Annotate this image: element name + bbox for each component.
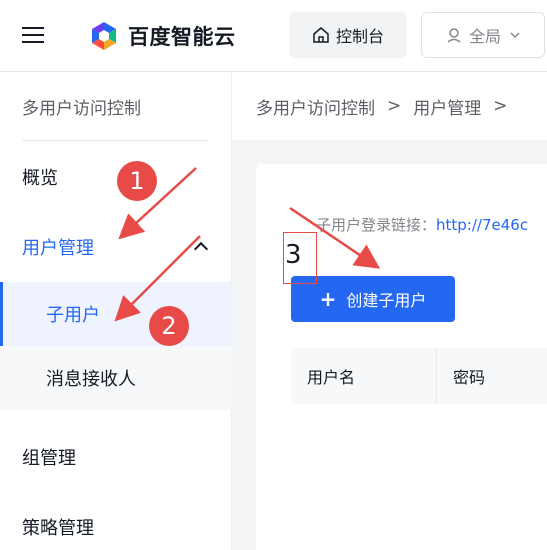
breadcrumb: 多用户访问控制 > 用户管理 > [232, 72, 547, 140]
sidebar-divider [22, 140, 208, 141]
breadcrumb-item-current[interactable]: 用户管理 [413, 94, 481, 119]
menu-icon[interactable] [22, 24, 44, 46]
sidebar-item-label: 用户管理 [22, 238, 94, 259]
create-subuser-label: 创建子用户 [346, 291, 427, 310]
sidebar-item-label: 策略管理 [22, 518, 94, 539]
sidebar-item-overview[interactable]: 概览 [0, 142, 232, 212]
console-button[interactable]: 控制台 [289, 12, 407, 58]
sidebar-subitem-label: 子用户 [46, 305, 100, 326]
annotation-badge-1: 1 [117, 161, 157, 201]
sidebar-item-group-management[interactable]: 组管理 [0, 422, 232, 492]
annotation-badge-2: 2 [149, 306, 189, 346]
sidebar-title: 多用户访问控制 [22, 99, 141, 119]
baidu-cloud-logo-icon [92, 22, 116, 50]
top-header: 百度智能云 控制台 全局 [0, 0, 547, 72]
breadcrumb-separator-icon: > [493, 96, 508, 116]
breadcrumb-item-root[interactable]: 多用户访问控制 [256, 94, 375, 119]
console-label: 控制台 [335, 27, 384, 46]
home-icon [313, 27, 329, 43]
login-link-url[interactable]: http://7e46c [436, 216, 528, 234]
sidebar: 多用户访问控制 概览 用户管理 子用户 消息接收人 组管理 策略管理 [0, 72, 232, 550]
chevron-down-icon [510, 32, 520, 39]
region-label: 全局 [468, 27, 501, 46]
column-header-username[interactable]: 用户名 [291, 348, 437, 404]
sidebar-subitem-subusers[interactable]: 子用户 [0, 282, 232, 346]
location-icon [447, 28, 461, 43]
login-link-row: 子用户登录链接：http://7e46c [316, 214, 528, 235]
annotation-number-3: 3 [285, 240, 302, 270]
sidebar-item-label: 组管理 [22, 448, 76, 469]
column-header-password[interactable]: 密码 [437, 348, 485, 404]
brand-logo[interactable]: 百度智能云 [88, 18, 236, 54]
sidebar-subitem-message-receivers[interactable]: 消息接收人 [0, 346, 232, 410]
region-selector[interactable]: 全局 [421, 12, 545, 58]
logo-text: 百度智能云 [128, 25, 236, 49]
sidebar-item-label: 概览 [22, 168, 58, 189]
sidebar-item-policy-management[interactable]: 策略管理 [0, 492, 232, 550]
table-header: 用户名 密码 [291, 348, 547, 404]
main-content: 多用户访问控制 > 用户管理 > 子用户登录链接：http://7e46c + … [232, 72, 547, 550]
plus-icon: + [319, 287, 337, 311]
breadcrumb-separator-icon: > [387, 96, 402, 116]
content-card: 子用户登录链接：http://7e46c + 创建子用户 用户名 密码 [256, 164, 547, 550]
sidebar-subitem-label: 消息接收人 [46, 369, 136, 390]
login-link-label: 子用户登录链接： [316, 216, 437, 234]
